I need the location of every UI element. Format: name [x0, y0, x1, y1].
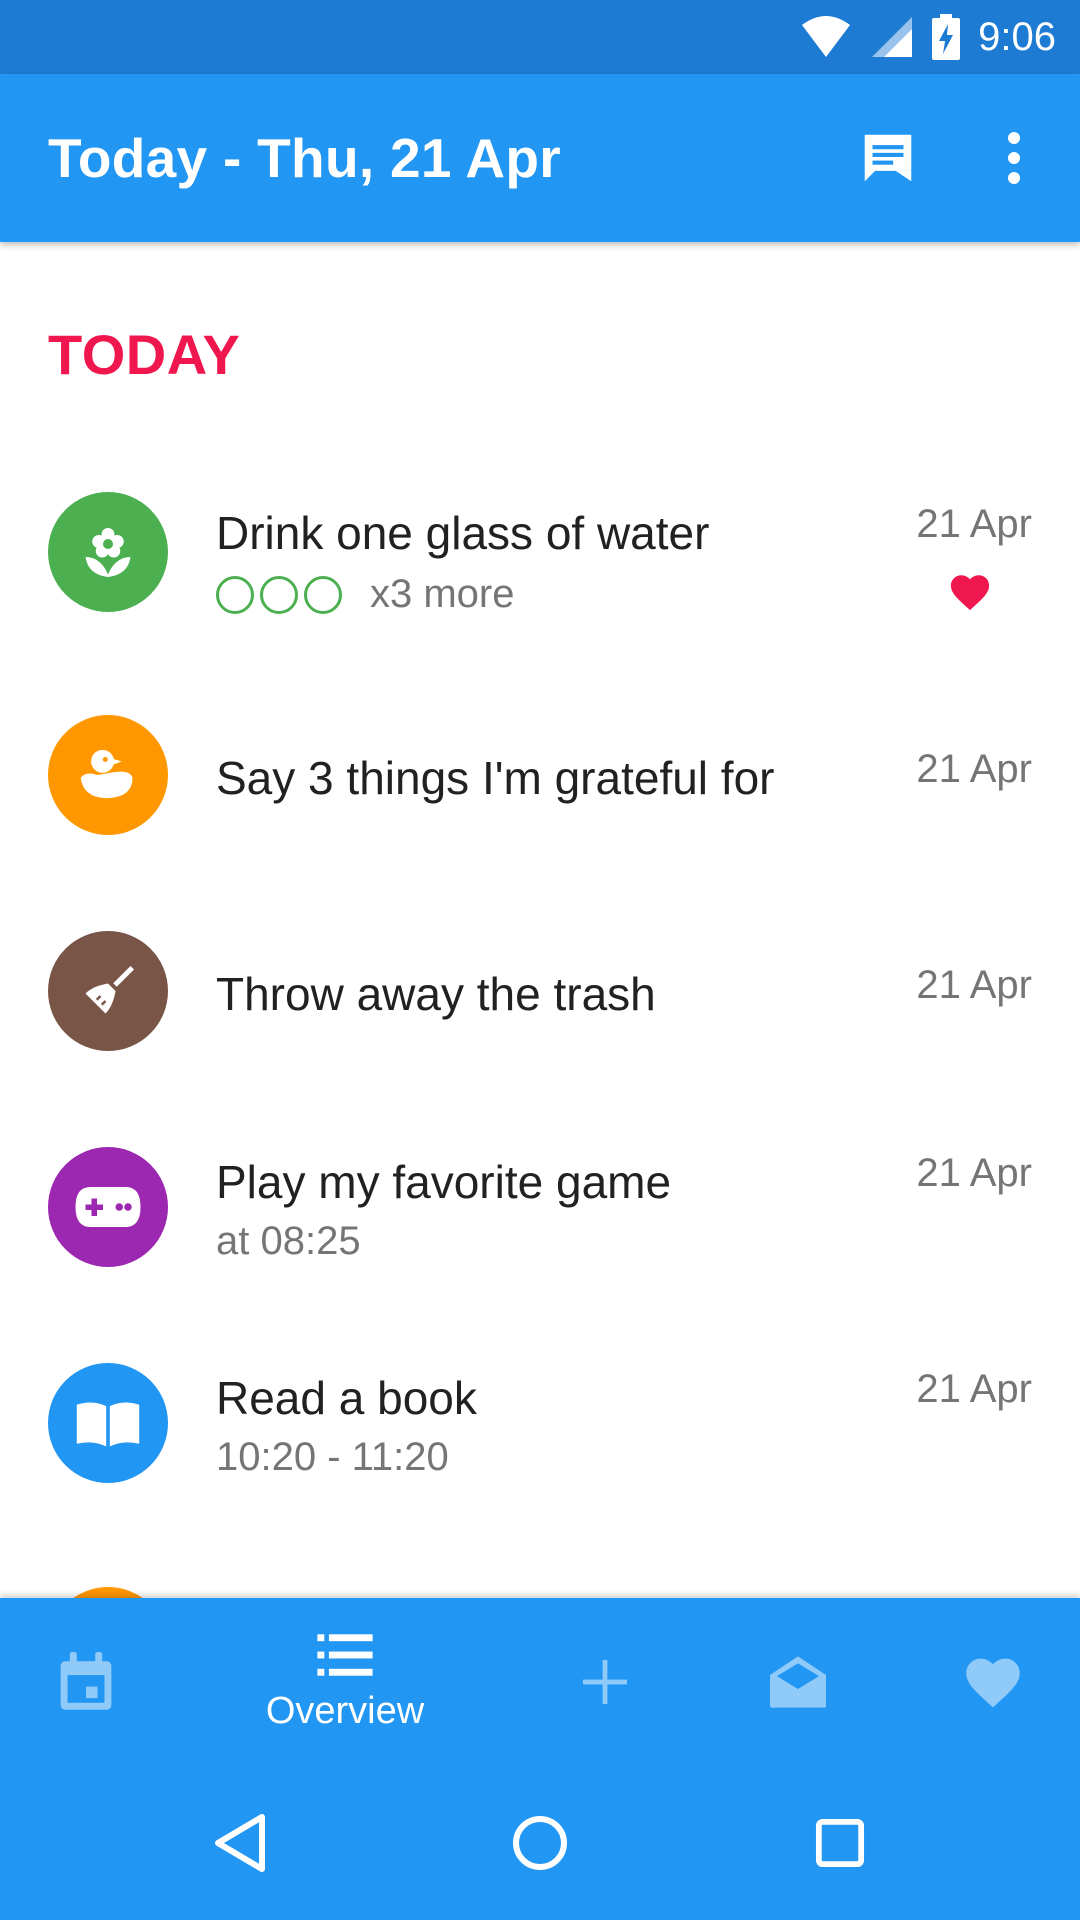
task-title: Say 3 things I'm grateful for [216, 752, 775, 804]
nav-overview[interactable]: Overview [240, 1598, 450, 1766]
task-avatar [48, 931, 168, 1051]
book-icon [76, 1402, 140, 1447]
comments-button[interactable] [844, 114, 932, 202]
task-date: 21 Apr [916, 747, 1032, 791]
nav-add[interactable] [555, 1598, 655, 1766]
progress-ring[interactable] [260, 575, 298, 614]
recents-icon [815, 1818, 865, 1868]
app-bar: Today - Thu, 21 Apr [0, 74, 1080, 242]
duck-icon [80, 749, 133, 799]
heart-icon[interactable] [948, 572, 992, 612]
back-icon [215, 1814, 265, 1872]
more-options-button[interactable] [970, 114, 1058, 202]
home-icon [513, 1816, 567, 1870]
task-subtitle: x3 more [370, 572, 515, 616]
task-date: 21 Apr [916, 963, 1032, 1007]
progress-ring[interactable] [216, 575, 254, 614]
task-title: Throw away the trash [216, 968, 656, 1020]
task-subtitle: 10:20 - 11:20 [216, 1435, 449, 1479]
task-item-grateful[interactable]: Say 3 things I'm grateful for 21 Apr [0, 715, 1080, 915]
add-icon [583, 1660, 627, 1704]
gamepad-icon [75, 1187, 141, 1227]
task-subtitle: at 08:25 [216, 1219, 361, 1263]
section-header-today: TODAY [48, 323, 241, 386]
nav-favorites[interactable] [943, 1598, 1043, 1766]
inbox-icon [770, 1656, 826, 1708]
chat-icon [864, 134, 912, 182]
recents-button[interactable] [770, 1766, 910, 1920]
task-title: Read a book [216, 1372, 477, 1424]
status-bar: 9:06 [0, 0, 1080, 74]
nav-label: Overview [265, 1689, 425, 1732]
task-item-read-book[interactable]: Read a book 10:20 - 11:20 21 Apr [0, 1363, 1080, 1563]
task-item-trash[interactable]: Throw away the trash 21 Apr [0, 931, 1080, 1131]
task-title: Play my favorite game [216, 1156, 672, 1208]
list-icon [317, 1633, 373, 1676]
page-title: Today - Thu, 21 Apr [48, 127, 561, 189]
system-navigation-bar [0, 1766, 1080, 1920]
progress-indicator: x3 more [216, 572, 515, 617]
home-button[interactable] [470, 1766, 610, 1920]
task-avatar [48, 492, 168, 612]
cell-signal-icon [872, 17, 913, 57]
status-time: 9:06 [978, 14, 1056, 59]
task-list[interactable]: TODAY Drink one glass of water x3 more 2… [0, 242, 1080, 1598]
task-title: Drink one glass of water [216, 507, 710, 559]
task-date: 21 Apr [916, 502, 1032, 546]
nav-calendar[interactable] [36, 1598, 136, 1766]
nav-inbox[interactable] [748, 1598, 848, 1766]
task-item-game[interactable]: Play my favorite game at 08:25 21 Apr [0, 1147, 1080, 1347]
task-avatar[interactable] [48, 1587, 168, 1598]
task-date: 21 Apr [916, 1151, 1032, 1195]
calendar-icon [60, 1652, 112, 1710]
flower-icon [85, 528, 131, 577]
task-item-drink-water[interactable]: Drink one glass of water x3 more 21 Apr [0, 492, 1080, 692]
battery-charging-icon [932, 14, 961, 60]
back-button[interactable] [170, 1766, 310, 1920]
progress-ring[interactable] [304, 575, 342, 614]
wifi-icon [802, 16, 851, 57]
task-avatar [48, 1363, 168, 1483]
heart-icon [966, 1658, 1020, 1708]
task-date: 21 Apr [916, 1367, 1032, 1411]
task-avatar [48, 715, 168, 835]
bottom-navigation: Overview [0, 1598, 1080, 1766]
more-vert-icon [1008, 132, 1020, 184]
task-avatar [48, 1147, 168, 1267]
broom-icon [85, 966, 134, 1014]
